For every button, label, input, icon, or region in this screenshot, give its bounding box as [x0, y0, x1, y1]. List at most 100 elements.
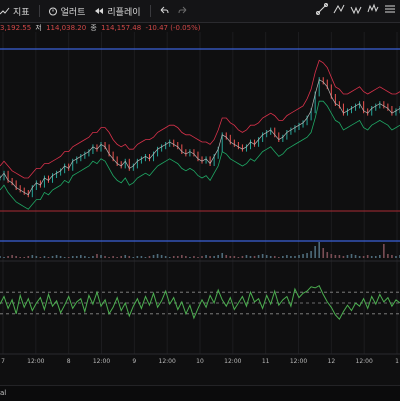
- fibonacci-tool-icon[interactable]: [384, 3, 396, 15]
- volume-bar: [318, 242, 320, 258]
- volume-bar: [15, 256, 17, 258]
- volume-bar: [35, 256, 38, 258]
- price-chart[interactable]: 7 12:00 8 12:00 9 12:00 10 12:00 11 12:00 12 12:00 1: [0, 32, 400, 385]
- volume-bar: [120, 256, 123, 258]
- volume-bar: [189, 257, 191, 258]
- volume-bar: [71, 256, 74, 258]
- time-axis-tick-label: 12:00: [224, 358, 241, 365]
- time-axis-tick-label: 12:00: [27, 358, 44, 365]
- drawing-tools: [316, 3, 396, 15]
- volume-bar: [322, 248, 325, 258]
- time-axis-tick-label: 1: [395, 358, 399, 365]
- volume-bar: [112, 256, 114, 258]
- volume-bar: [148, 256, 151, 258]
- top-toolbar: 지표 얼러트 리플레이: [0, 0, 400, 23]
- volume-bar: [387, 254, 389, 258]
- volume-bar: [193, 256, 195, 258]
- volume-bar: [221, 253, 224, 258]
- volume-bar: [128, 256, 131, 258]
- volume-bar: [282, 256, 284, 258]
- footer-bar: al: [0, 385, 400, 401]
- volume-bar: [257, 255, 260, 258]
- alert-label: 얼러트: [60, 7, 86, 18]
- volume-bar: [378, 255, 381, 258]
- time-axis-tick-label: 12:00: [290, 358, 307, 365]
- time-axis-tick-label: 12: [328, 358, 336, 365]
- toolbar-divider: [149, 5, 151, 17]
- replay-label: 리플레이: [107, 7, 141, 18]
- volume-bar: [55, 255, 58, 258]
- volume-bar: [201, 256, 203, 258]
- volume-bar: [168, 257, 171, 258]
- volume-bar: [7, 256, 9, 258]
- undo-button[interactable]: [159, 6, 169, 16]
- volume-bar: [67, 257, 70, 258]
- volume-bar: [310, 251, 312, 258]
- volume-bar: [374, 256, 377, 258]
- ohlc-close-value: 114,157.48: [101, 24, 142, 32]
- redo-button[interactable]: [178, 6, 188, 16]
- alert-button[interactable]: 얼러트: [48, 5, 86, 18]
- volume-bar: [395, 256, 397, 258]
- volume-bar: [314, 246, 316, 258]
- volume-bar: [342, 256, 345, 258]
- volume-bar: [338, 255, 341, 258]
- time-axis-tick-label: 10: [196, 358, 204, 365]
- volume-bar: [140, 256, 143, 258]
- volume-bar: [104, 256, 106, 258]
- volume-bar: [366, 255, 369, 258]
- volume-bar: [75, 256, 78, 258]
- volume-bar: [100, 255, 102, 258]
- volume-bar: [96, 254, 98, 258]
- volume-bar: [391, 255, 393, 258]
- volume-bar: [245, 255, 248, 258]
- toolbar-divider: [38, 5, 40, 17]
- volume-bar: [31, 255, 34, 258]
- volume-bar: [237, 257, 240, 258]
- path-tool-icon[interactable]: [333, 3, 345, 15]
- time-axis-tick-label: 7: [1, 358, 5, 365]
- pattern-tool-icon[interactable]: [350, 3, 362, 15]
- volume-bar: [164, 256, 167, 258]
- volume-bar: [209, 256, 211, 258]
- volume-bar: [51, 256, 54, 258]
- volume-bar: [330, 254, 333, 258]
- time-axis-tick-label: 12:00: [356, 358, 373, 365]
- indicator-button[interactable]: 지표: [0, 5, 30, 18]
- ohlc-low-value: 114,038.20: [46, 24, 87, 32]
- volume-bar: [156, 254, 159, 258]
- trendline-tool-icon[interactable]: [316, 3, 328, 15]
- volume-bar: [306, 253, 308, 258]
- volume-bar: [19, 257, 22, 258]
- alarm-clock-icon: [48, 7, 57, 16]
- replay-button[interactable]: 리플레이: [94, 5, 141, 18]
- time-axis-tick-label: 8: [67, 358, 71, 365]
- replay-icon: [95, 8, 104, 14]
- volume-bar: [59, 256, 62, 258]
- time-axis-tick-label: 12:00: [159, 358, 176, 365]
- volume-bar: [132, 257, 135, 258]
- volume-bar: [383, 244, 385, 258]
- volume-bar: [63, 257, 66, 258]
- volume-bar: [213, 256, 215, 258]
- volume-bar: [124, 255, 127, 258]
- volume-bar: [197, 257, 199, 258]
- volume-bar: [3, 257, 5, 258]
- chart-grid: [2, 32, 398, 354]
- volume-bar: [326, 252, 329, 258]
- elliott-wave-tool-icon[interactable]: [367, 3, 379, 15]
- volume-bar: [0, 256, 1, 258]
- time-axis-tick-label: 9: [132, 358, 136, 365]
- volume-bar: [181, 255, 183, 258]
- volume-bar: [185, 256, 187, 258]
- volume-bar: [294, 256, 296, 258]
- volume-bar: [362, 256, 365, 258]
- volume-bar: [160, 255, 163, 258]
- volume-bar: [261, 254, 264, 258]
- volume-bar: [136, 256, 139, 258]
- volume-bar: [269, 256, 272, 258]
- volume-bar: [39, 257, 42, 258]
- volume-bar: [176, 256, 179, 258]
- volume-bar: [302, 254, 304, 258]
- time-axis-tick-label: 12:00: [93, 358, 110, 365]
